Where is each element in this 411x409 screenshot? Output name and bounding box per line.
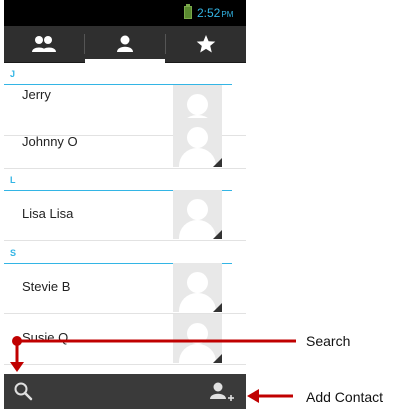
person-icon: [117, 35, 133, 52]
avatar-body: [179, 344, 216, 363]
avatar-head: [187, 127, 208, 148]
section-letter: J: [10, 69, 16, 79]
contact-name: Lisa Lisa: [22, 206, 74, 221]
status-clock: 2:52PM: [197, 6, 233, 20]
contact-name: Jerry: [22, 87, 51, 102]
section-header-l: L: [4, 169, 232, 191]
add-contact-callout-arrowhead: [247, 389, 259, 403]
contact-name: Stevie B: [22, 279, 71, 294]
search-icon: [14, 382, 33, 401]
status-bar: 2:52PM: [4, 0, 246, 26]
tab-bar: [4, 26, 246, 63]
contact-row-lisa-lisa[interactable]: Lisa Lisa: [4, 190, 246, 241]
avatar-body: [179, 293, 216, 312]
contact-photo-placeholder[interactable]: [173, 263, 222, 312]
avatar-head: [187, 323, 208, 344]
contact-name: Johnny O: [22, 134, 78, 149]
bottom-action-bar: [4, 374, 246, 409]
clock-ampm: PM: [221, 10, 234, 19]
contact-list: J Jerry Johnny O L Lisa Lisa S Stevie B …: [4, 63, 246, 374]
add-contact-icon: [210, 382, 234, 401]
clock-time: 2:52: [197, 6, 221, 20]
contact-row-susie-q[interactable]: Susie Q: [4, 314, 246, 365]
avatar-head: [187, 94, 208, 115]
avatar-body: [179, 148, 216, 167]
tab-groups[interactable]: [4, 26, 84, 62]
star-icon: [196, 35, 216, 53]
tab-contacts[interactable]: [85, 26, 165, 62]
contact-photo-placeholder[interactable]: [173, 314, 222, 363]
phone-screen: 2:52PM J Jerry Johnny O L Lisa Lisa S St…: [4, 0, 246, 409]
callout-label-add-contact: Add Contact: [306, 389, 384, 405]
groups-icon: [32, 36, 56, 52]
tab-favorites[interactable]: [166, 26, 246, 62]
add-contact-button[interactable]: [208, 380, 236, 404]
section-header-j: J: [4, 63, 232, 85]
avatar-head: [187, 199, 208, 220]
contact-row-stevie-b[interactable]: Stevie B: [4, 263, 246, 314]
avatar-body: [179, 220, 216, 239]
section-letter: L: [10, 175, 16, 185]
contact-row-johnny-o[interactable]: Johnny O: [4, 118, 246, 169]
callout-label-search: Search: [306, 333, 351, 349]
contact-photo-placeholder[interactable]: [173, 118, 222, 167]
contact-photo-placeholder[interactable]: [173, 190, 222, 239]
battery-icon: [184, 4, 192, 19]
contact-name: Susie Q: [22, 330, 69, 345]
section-letter: S: [10, 248, 17, 258]
avatar-head: [187, 272, 208, 293]
section-header-s: S: [4, 242, 232, 264]
search-button[interactable]: [12, 380, 36, 404]
